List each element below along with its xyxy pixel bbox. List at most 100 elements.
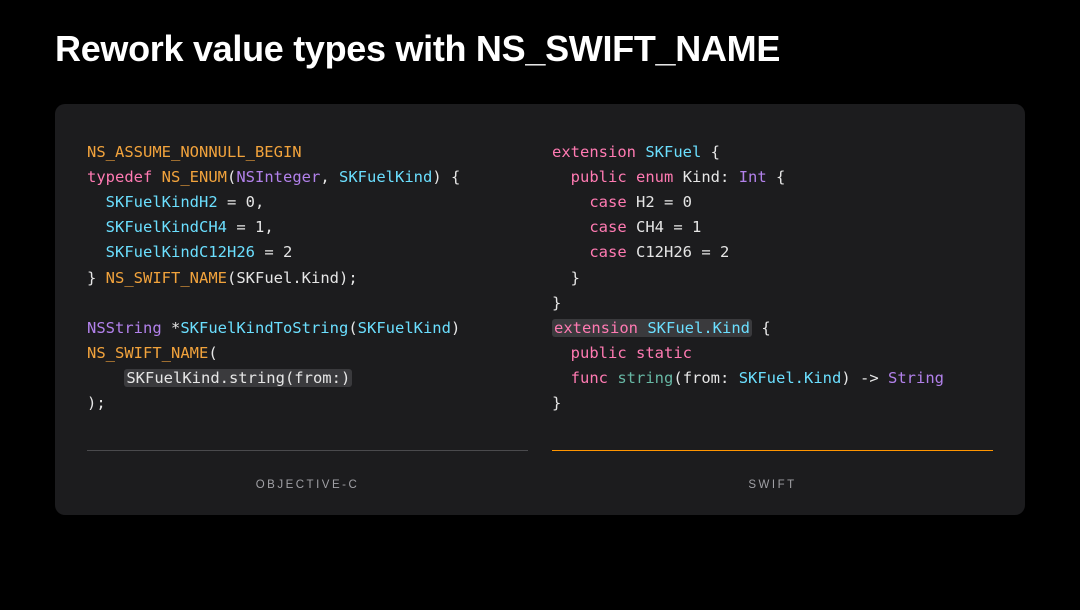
eq: = <box>692 243 720 261</box>
brace: { <box>752 319 771 337</box>
kw-extension: extension <box>552 143 636 161</box>
case-h2: H2 <box>636 193 655 211</box>
highlight-string-from: SKFuelKind.string(from:) <box>124 369 352 387</box>
val: 0 <box>246 193 255 211</box>
sp <box>627 243 636 261</box>
kw-public: public <box>571 168 627 186</box>
brace: } <box>87 269 106 287</box>
indent <box>552 218 589 236</box>
paren: ( <box>208 344 217 362</box>
paren: ( <box>348 319 357 337</box>
sp <box>636 143 645 161</box>
highlight-extension: extension SKFuel.Kind <box>552 319 752 337</box>
indent <box>87 243 106 261</box>
indent <box>552 369 571 387</box>
swift-column: extension SKFuel { public enum Kind: Int… <box>540 140 1005 491</box>
divider-line <box>552 450 993 451</box>
sp <box>627 218 636 236</box>
val: 1 <box>692 218 701 236</box>
type-nsinteger: NSInteger <box>236 168 320 186</box>
brace: { <box>701 143 720 161</box>
swift-name-macro: NS_SWIFT_NAME <box>87 344 208 362</box>
val: 1 <box>255 218 264 236</box>
indent <box>552 269 571 287</box>
val: 0 <box>683 193 692 211</box>
swift-label: SWIFT <box>552 467 993 491</box>
args: (SKFuel.Kind); <box>227 269 358 287</box>
kw-func: func <box>571 369 608 387</box>
indent <box>87 193 106 211</box>
param-type: SKFuel.Kind <box>739 369 842 387</box>
eq: = <box>664 218 692 236</box>
paren: ) <box>451 319 460 337</box>
kw-enum: enum <box>636 168 673 186</box>
colon: : <box>720 369 739 387</box>
param-type: SKFuelKind <box>358 319 451 337</box>
objc-divider: OBJECTIVE-C <box>87 416 528 491</box>
type-int: Int <box>739 168 767 186</box>
kw-case: case <box>589 243 626 261</box>
sp <box>608 369 617 387</box>
eq: = <box>255 243 283 261</box>
label-from: from <box>683 369 720 387</box>
punct: ( <box>227 168 236 186</box>
kw-case: case <box>589 193 626 211</box>
val: 2 <box>283 243 292 261</box>
kw-public: public <box>571 344 627 362</box>
slide: Rework value types with NS_SWIFT_NAME NS… <box>0 0 1080 610</box>
eq: = <box>655 193 683 211</box>
brace: } <box>552 394 561 412</box>
kw-extension: extension <box>554 319 638 337</box>
indent <box>87 218 106 236</box>
enum-ch4: SKFuelKindCH4 <box>106 218 227 236</box>
indent <box>87 369 124 387</box>
objc-label: OBJECTIVE-C <box>87 467 528 491</box>
ns-enum: NS_ENUM <box>152 168 227 186</box>
kw-case: case <box>589 218 626 236</box>
slide-title: Rework value types with NS_SWIFT_NAME <box>55 28 1025 70</box>
arrow: ) -> <box>841 369 888 387</box>
indent <box>552 168 571 186</box>
name-kind: Kind <box>683 168 720 186</box>
case-ch4: CH4 <box>636 218 664 236</box>
star: * <box>162 319 181 337</box>
val: 2 <box>720 243 729 261</box>
swift-name-macro: NS_SWIFT_NAME <box>106 269 227 287</box>
fn-tostring: SKFuelKindToString <box>180 319 348 337</box>
sp <box>638 319 647 337</box>
sp <box>673 168 682 186</box>
sp <box>627 193 636 211</box>
indent <box>552 344 571 362</box>
indent <box>552 193 589 211</box>
macro: NS_ASSUME_NONNULL_BEGIN <box>87 143 302 161</box>
paren: ( <box>673 369 682 387</box>
swift-divider: SWIFT <box>552 416 993 491</box>
eq: = <box>227 218 255 236</box>
enum-h2: SKFuelKindH2 <box>106 193 218 211</box>
type-nsstring: NSString <box>87 319 162 337</box>
objc-code: NS_ASSUME_NONNULL_BEGIN typedef NS_ENUM(… <box>87 140 528 416</box>
brace: } <box>552 294 561 312</box>
eq: = <box>218 193 246 211</box>
enum-c12h26: SKFuelKindC12H26 <box>106 243 255 261</box>
fn-string: string <box>617 369 673 387</box>
code-container: NS_ASSUME_NONNULL_BEGIN typedef NS_ENUM(… <box>55 104 1025 515</box>
case-c12h26: C12H26 <box>636 243 692 261</box>
brace: { <box>767 168 786 186</box>
colon: : <box>720 168 739 186</box>
punct: , <box>320 168 339 186</box>
type-skfuelkind: SKFuelKind <box>339 168 432 186</box>
objc-column: NS_ASSUME_NONNULL_BEGIN typedef NS_ENUM(… <box>75 140 540 491</box>
close: ); <box>87 394 106 412</box>
sp <box>627 344 636 362</box>
comma: , <box>264 218 273 236</box>
type-skfuel-kind: SKFuel.Kind <box>647 319 750 337</box>
divider-line <box>87 450 528 451</box>
kw-static: static <box>636 344 692 362</box>
comma: , <box>255 193 264 211</box>
keyword-typedef: typedef <box>87 168 152 186</box>
indent <box>552 243 589 261</box>
sp <box>627 168 636 186</box>
swift-code: extension SKFuel { public enum Kind: Int… <box>552 140 993 416</box>
brace: } <box>571 269 580 287</box>
